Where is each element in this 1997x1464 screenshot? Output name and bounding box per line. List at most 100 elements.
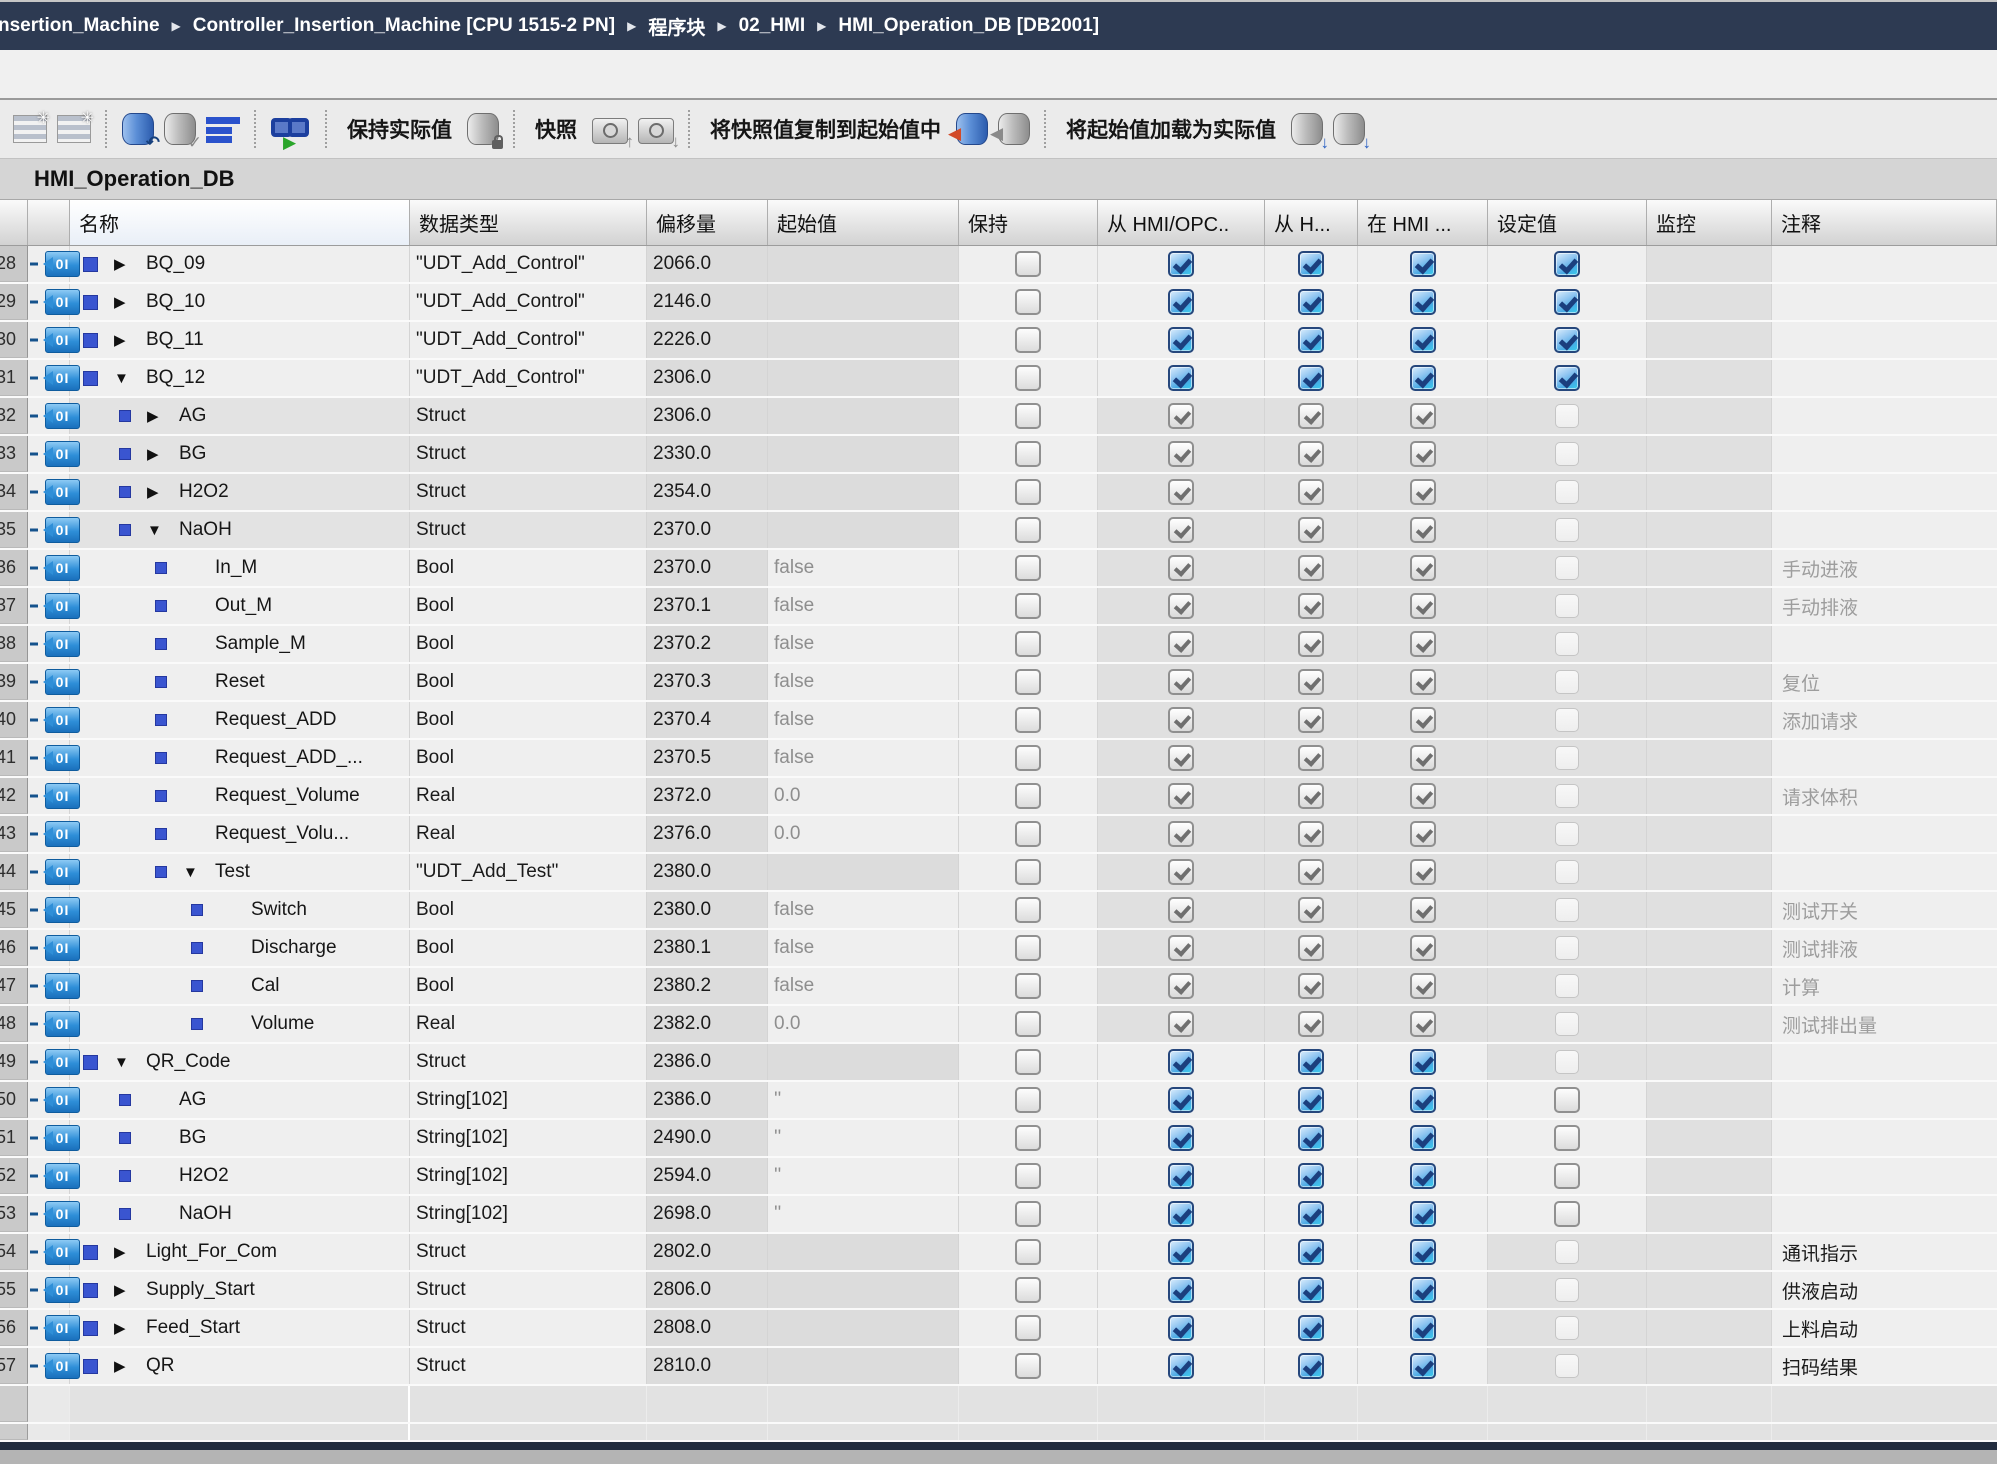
checkbox-empty[interactable] bbox=[1015, 1315, 1041, 1341]
name-cell[interactable]: ▼Test bbox=[70, 854, 410, 890]
checkbox-blue[interactable] bbox=[1298, 289, 1324, 315]
checkbox-blue[interactable] bbox=[1298, 1049, 1324, 1075]
start-value-cell[interactable] bbox=[768, 398, 959, 434]
data-type-cell[interactable]: Bool bbox=[410, 626, 647, 662]
name-cell[interactable]: Request_ADD_... bbox=[70, 740, 410, 776]
start-value-cell[interactable]: false bbox=[768, 892, 959, 928]
checkbox-empty[interactable] bbox=[1015, 821, 1041, 847]
reset-start-values-icon[interactable]: ↶ bbox=[122, 113, 154, 145]
checkbox-blue[interactable] bbox=[1410, 327, 1436, 353]
start-value-cell[interactable]: 0.0 bbox=[768, 816, 959, 852]
checkbox-blue[interactable] bbox=[1410, 1239, 1436, 1265]
data-type-cell[interactable]: Bool bbox=[410, 968, 647, 1004]
expanded-view-icon[interactable] bbox=[206, 115, 240, 143]
checkbox-empty[interactable] bbox=[1015, 1353, 1041, 1379]
start-value-cell[interactable]: false bbox=[768, 740, 959, 776]
checkbox-blue[interactable] bbox=[1168, 251, 1194, 277]
start-value-cell[interactable] bbox=[768, 246, 959, 282]
checkbox-empty[interactable] bbox=[1015, 1087, 1041, 1113]
data-type-cell[interactable]: Bool bbox=[410, 664, 647, 700]
checkbox-blue[interactable] bbox=[1298, 1277, 1324, 1303]
data-type-cell[interactable]: Struct bbox=[410, 474, 647, 510]
checkbox-blue[interactable] bbox=[1168, 289, 1194, 315]
data-type-cell[interactable]: Real bbox=[410, 1006, 647, 1042]
data-type-cell[interactable]: "UDT_Add_Control" bbox=[410, 246, 647, 282]
snapshot-upload-icon[interactable]: ↑ bbox=[592, 118, 628, 144]
data-type-cell[interactable]: String[102] bbox=[410, 1158, 647, 1194]
start-value-cell[interactable]: false bbox=[768, 664, 959, 700]
header-name[interactable]: 名称 bbox=[70, 200, 410, 245]
checkbox-empty[interactable] bbox=[1015, 289, 1041, 315]
checkbox-blue[interactable] bbox=[1554, 251, 1580, 277]
checkbox-empty[interactable] bbox=[1015, 441, 1041, 467]
checkbox-empty[interactable] bbox=[1015, 1277, 1041, 1303]
checkbox-blue[interactable] bbox=[1298, 1353, 1324, 1379]
start-value-cell[interactable]: false bbox=[768, 588, 959, 624]
start-value-cell[interactable]: false bbox=[768, 930, 959, 966]
header-from-hmi-2[interactable]: 从 H... bbox=[1265, 200, 1358, 245]
header-setpoint[interactable]: 设定值 bbox=[1488, 200, 1647, 245]
name-cell[interactable]: Reset bbox=[70, 664, 410, 700]
keep-actual-values-icon[interactable] bbox=[467, 113, 499, 145]
name-cell[interactable]: Volume bbox=[70, 1006, 410, 1042]
checkbox-blue[interactable] bbox=[1168, 1315, 1194, 1341]
checkbox-blue[interactable] bbox=[1410, 365, 1436, 391]
checkbox-empty[interactable] bbox=[1015, 365, 1041, 391]
expand-toggle-icon[interactable]: ▶ bbox=[114, 331, 140, 349]
data-type-cell[interactable]: Real bbox=[410, 816, 647, 852]
checkbox-blue[interactable] bbox=[1168, 1087, 1194, 1113]
checkbox-empty[interactable] bbox=[1015, 251, 1041, 277]
checkbox-blue[interactable] bbox=[1168, 365, 1194, 391]
checkbox-empty[interactable] bbox=[1015, 897, 1041, 923]
expand-toggle-icon[interactable]: ▶ bbox=[147, 483, 173, 501]
comment-cell[interactable]: 请求体积 bbox=[1772, 778, 1997, 814]
comment-cell[interactable] bbox=[1772, 626, 1997, 662]
header-visible-in-hmi[interactable]: 在 HMI ... bbox=[1358, 200, 1488, 245]
copy-snapshot-all-icon[interactable]: ◀ bbox=[998, 113, 1030, 145]
data-type-cell[interactable]: Struct bbox=[410, 398, 647, 434]
comment-cell[interactable]: 手动进液 bbox=[1772, 550, 1997, 586]
data-type-cell[interactable]: String[102] bbox=[410, 1120, 647, 1156]
name-cell[interactable]: ▶Supply_Start bbox=[70, 1272, 410, 1308]
header-offset[interactable]: 偏移量 bbox=[647, 200, 768, 245]
checkbox-blue[interactable] bbox=[1298, 1239, 1324, 1265]
add-row-icon[interactable] bbox=[57, 115, 91, 143]
data-type-cell[interactable]: Struct bbox=[410, 1348, 647, 1384]
snapshot-button[interactable]: 快照 bbox=[535, 114, 577, 144]
comment-cell[interactable] bbox=[1772, 1044, 1997, 1080]
comment-cell[interactable] bbox=[1772, 1120, 1997, 1156]
start-value-cell[interactable] bbox=[768, 474, 959, 510]
checkbox-blue[interactable] bbox=[1168, 1239, 1194, 1265]
checkbox-blue[interactable] bbox=[1298, 251, 1324, 277]
data-type-cell[interactable]: String[102] bbox=[410, 1196, 647, 1232]
comment-cell[interactable] bbox=[1772, 322, 1997, 358]
checkbox-blue[interactable] bbox=[1554, 289, 1580, 315]
data-type-cell[interactable]: "UDT_Add_Test" bbox=[410, 854, 647, 890]
checkbox-blue[interactable] bbox=[1410, 1087, 1436, 1113]
name-cell[interactable]: ▼QR_Code bbox=[70, 1044, 410, 1080]
start-value-cell[interactable] bbox=[768, 284, 959, 320]
checkbox-empty[interactable] bbox=[1015, 593, 1041, 619]
comment-cell[interactable] bbox=[1772, 1196, 1997, 1232]
comment-cell[interactable] bbox=[1772, 512, 1997, 548]
comment-cell[interactable] bbox=[1772, 740, 1997, 776]
snapshot-download-icon[interactable]: ↓ bbox=[638, 118, 674, 144]
checkbox-blue[interactable] bbox=[1298, 327, 1324, 353]
data-type-cell[interactable]: Real bbox=[410, 778, 647, 814]
checkbox-blue[interactable] bbox=[1168, 1353, 1194, 1379]
checkbox-empty[interactable] bbox=[1015, 1011, 1041, 1037]
start-value-cell[interactable] bbox=[768, 1348, 959, 1384]
checkbox-blue[interactable] bbox=[1168, 1125, 1194, 1151]
start-value-cell[interactable] bbox=[768, 322, 959, 358]
checkbox-blue[interactable] bbox=[1410, 1353, 1436, 1379]
comment-cell[interactable] bbox=[1772, 816, 1997, 852]
data-type-cell[interactable]: Bool bbox=[410, 740, 647, 776]
checkbox-blue[interactable] bbox=[1168, 327, 1194, 353]
header-retain[interactable]: 保持 bbox=[959, 200, 1098, 245]
checkbox-blue[interactable] bbox=[1410, 1277, 1436, 1303]
expand-toggle-icon[interactable]: ▶ bbox=[147, 407, 173, 425]
comment-cell[interactable]: 测试开关 bbox=[1772, 892, 1997, 928]
start-value-cell[interactable]: '' bbox=[768, 1120, 959, 1156]
header-monitor[interactable]: 监控 bbox=[1647, 200, 1772, 245]
comment-cell[interactable] bbox=[1772, 436, 1997, 472]
